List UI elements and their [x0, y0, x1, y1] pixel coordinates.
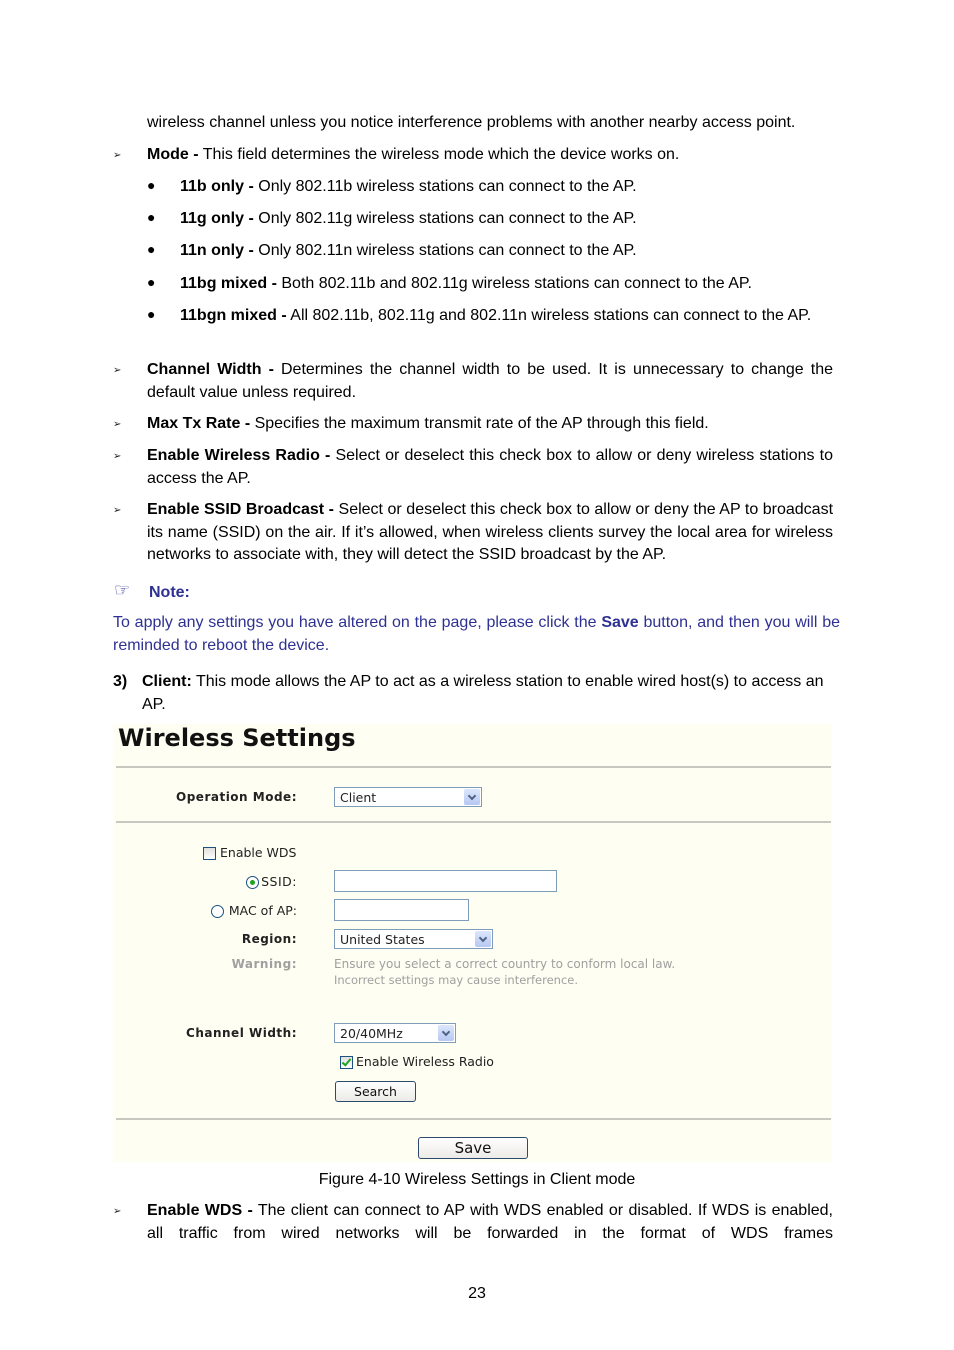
mac-of-ap-input[interactable] — [334, 899, 469, 921]
operation-mode-label: Operation Mode: — [176, 790, 297, 804]
item-term: Max Tx Rate - — [147, 415, 251, 432]
enable-wds-label: Enable WDS — [220, 845, 297, 860]
warning-line-1: Ensure you select a correct country to c… — [334, 957, 676, 971]
note-text-before: To apply any settings you have altered o… — [113, 614, 602, 631]
mode-term: Mode - — [147, 146, 199, 163]
enable-wireless-radio-checkbox[interactable] — [340, 1056, 353, 1069]
chevron-down-icon[interactable] — [475, 931, 491, 947]
save-button[interactable]: Save — [418, 1137, 528, 1159]
note-text: To apply any settings you have altered o… — [113, 612, 840, 657]
channel-width-item: Channel Width - Determines the channel w… — [147, 359, 833, 404]
mode-option: 11bg mixed - Both 802.11b and 802.11g wi… — [180, 273, 833, 296]
client-number: 3) — [113, 673, 128, 690]
warning-line-2: Incorrect settings may cause interferenc… — [334, 973, 579, 987]
item-desc: Specifies the maximum transmit rate of t… — [250, 415, 709, 432]
divider — [116, 766, 831, 768]
region-select[interactable]: United States — [334, 929, 493, 949]
mode-desc: This field determines the wireless mode … — [198, 146, 680, 163]
mode-option-desc: Only 802.11b wireless stations can conne… — [253, 178, 637, 195]
enable-wireless-radio-item: Enable Wireless Radio - Select or desele… — [147, 445, 833, 490]
wireless-settings-figure: Wireless Settings Operation Mode: Client… — [113, 724, 832, 1162]
figure-caption: Figure 4-10 Wireless Settings in Client … — [318, 1171, 636, 1188]
bullet-icon: ● — [147, 274, 156, 290]
bullet-icon: ● — [147, 177, 156, 193]
warning-label: Warning: — [231, 957, 297, 971]
client-term: Client: — [142, 673, 192, 690]
channel-width-label: Channel Width: — [186, 1026, 297, 1040]
mode-option-desc: Only 802.11n wireless stations can conne… — [253, 242, 637, 259]
mac-of-ap-radio[interactable] — [211, 905, 224, 918]
mode-option-desc: Both 802.11b and 802.11g wireless statio… — [276, 275, 752, 292]
arrow-bullet-icon: ➢ — [113, 505, 122, 516]
chevron-down-icon[interactable] — [464, 789, 480, 805]
enable-wds-checkbox[interactable] — [203, 847, 216, 860]
chevron-down-icon[interactable] — [438, 1025, 454, 1041]
mode-option-term: 11g only - — [180, 210, 254, 227]
item-term: Enable Wireless Radio - — [147, 447, 331, 464]
mac-of-ap-label: MAC of AP: — [228, 903, 297, 918]
enable-wds-item: Enable WDS - The client can connect to A… — [147, 1200, 833, 1245]
intro-continuation: wireless channel unless you notice inter… — [147, 114, 796, 131]
operation-mode-value: Client — [340, 790, 377, 805]
region-value: United States — [340, 932, 425, 947]
ssid-radio[interactable] — [246, 876, 259, 889]
figure-title: Wireless Settings — [118, 724, 356, 752]
item-term: Enable SSID Broadcast - — [147, 501, 334, 518]
ssid-label: SSID: — [261, 874, 297, 889]
arrow-bullet-icon: ➢ — [113, 419, 122, 430]
page-number: 23 — [468, 1285, 486, 1302]
item-term: Channel Width - — [147, 361, 274, 378]
mode-option: 11bgn mixed - All 802.11b, 802.11g and 8… — [180, 305, 833, 328]
mode-option: 11b only - Only 802.11b wireless station… — [180, 176, 833, 199]
mode-option-desc: All 802.11b, 802.11g and 802.11n wireles… — [286, 307, 812, 324]
mode-option-term: 11bgn mixed - — [180, 307, 287, 324]
enable-ssid-broadcast-item: Enable SSID Broadcast - Select or desele… — [147, 499, 833, 567]
enable-wireless-radio-label: Enable Wireless Radio — [356, 1054, 494, 1069]
mode-option: 11g only - Only 802.11g wireless station… — [180, 208, 833, 231]
operation-mode-select[interactable]: Client — [334, 787, 482, 807]
mode-option: 11n only - Only 802.11n wireless station… — [180, 240, 833, 263]
client-desc: This mode allows the AP to act as a wire… — [142, 673, 824, 713]
arrow-bullet-icon: ➢ — [113, 365, 122, 376]
bullet-icon: ● — [147, 209, 156, 225]
bullet-icon: ● — [147, 241, 156, 257]
pointing-hand-icon: ☞ — [114, 580, 131, 600]
max-tx-rate-item: Max Tx Rate - Specifies the maximum tran… — [147, 413, 833, 436]
channel-width-value: 20/40MHz — [340, 1026, 403, 1041]
mode-option-term: 11n only - — [180, 242, 254, 259]
client-item: Client: This mode allows the AP to act a… — [142, 671, 834, 716]
ssid-input[interactable] — [334, 870, 557, 892]
mode-item: Mode - This field determines the wireles… — [147, 144, 833, 167]
arrow-bullet-icon: ➢ — [113, 451, 122, 462]
region-label: Region: — [241, 932, 297, 946]
mode-option-desc: Only 802.11g wireless stations can conne… — [253, 210, 637, 227]
divider — [116, 1118, 831, 1120]
wds-term: Enable WDS - — [147, 1202, 253, 1219]
note-title: Note: — [149, 584, 190, 601]
search-button[interactable]: Search — [335, 1081, 416, 1102]
arrow-bullet-icon: ➢ — [113, 150, 122, 161]
bullet-icon: ● — [147, 306, 156, 322]
mode-option-term: 11bg mixed - — [180, 275, 277, 292]
note-text-bold: Save — [601, 614, 639, 631]
mode-option-term: 11b only - — [180, 178, 254, 195]
divider — [116, 821, 831, 823]
arrow-bullet-icon: ➢ — [113, 1206, 122, 1217]
channel-width-select[interactable]: 20/40MHz — [334, 1023, 456, 1043]
